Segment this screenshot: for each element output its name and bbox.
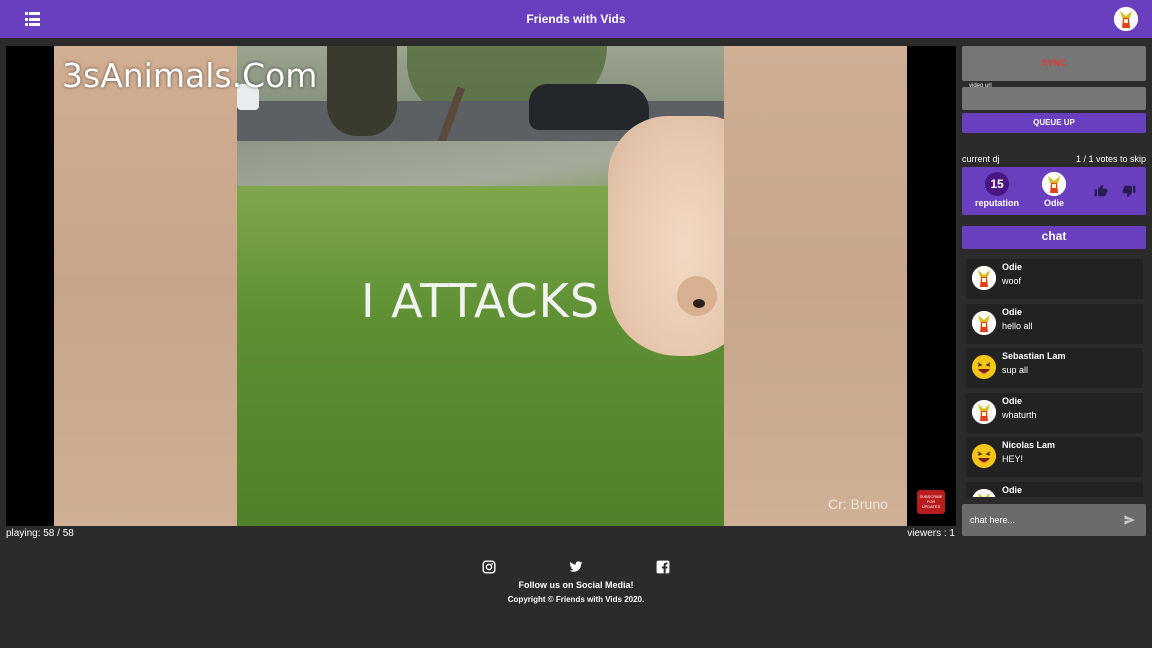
chat-input[interactable]	[970, 513, 1110, 527]
chat-message: Nicolas Lam HEY!	[966, 437, 1143, 477]
chat-message: Odie hello all	[966, 303, 1143, 344]
chat-message: Odie woof	[966, 259, 1143, 299]
odie-avatar-icon	[1042, 172, 1066, 196]
odie-avatar-icon	[972, 310, 996, 335]
subscribe-badge: SUBSCRIBE FOR UPDATES	[917, 490, 945, 514]
dj-panel: 15 reputation Odie	[962, 167, 1146, 215]
video-blur-left	[54, 46, 237, 526]
chat-text: HEY!	[1002, 454, 1024, 464]
queue-up-button[interactable]: QUEUE UP	[962, 113, 1146, 133]
current-dj-label: current dj	[962, 154, 1000, 164]
chat-text: hello all	[1002, 320, 1033, 331]
follow-text: Follow us on Social Media!	[518, 580, 634, 590]
votes-to-skip: 1 / 1 votes to skip	[1075, 154, 1146, 164]
chat-text: sup all	[1002, 365, 1029, 375]
odie-avatar-icon	[972, 488, 996, 497]
twitter-icon[interactable]	[569, 560, 583, 574]
chat-message: Odie	[966, 481, 1143, 497]
chat-sender: Sebastian Lam	[1002, 351, 1066, 361]
top-bar: Friends with Vids	[0, 0, 1152, 38]
chat-messages: Odie woof Odie hello all Sebastian Lam s…	[966, 259, 1143, 497]
chat-sender: Odie	[1002, 484, 1023, 495]
odie-avatar-icon	[972, 399, 996, 424]
video-url-input[interactable]	[966, 95, 1142, 108]
dj-avatar	[1042, 172, 1066, 196]
laughing-emoji-icon	[972, 444, 996, 468]
chat-message: Odie whaturth	[966, 392, 1143, 433]
chat-input-box	[962, 504, 1146, 536]
chat-sender: Odie	[1002, 306, 1023, 317]
reputation-value: 15	[985, 172, 1009, 196]
instagram-icon[interactable]	[482, 560, 496, 574]
copyright-text: Copyright © Friends with Vids 2020.	[507, 595, 645, 604]
video-credit: Cr: Bruno	[828, 496, 888, 512]
video-blur-right	[724, 46, 907, 526]
chat-text: woof	[1002, 276, 1022, 286]
dj-name: Odie	[1043, 198, 1064, 208]
sync-button[interactable]: SYNC	[962, 46, 1146, 81]
odie-avatar-icon	[1114, 7, 1138, 31]
reputation-label: reputation	[975, 198, 1019, 208]
chat-sender: Odie	[1002, 262, 1023, 272]
video-frame: I ATTACKS	[237, 46, 724, 526]
send-icon[interactable]	[1123, 514, 1136, 526]
app-title: Friends with Vids	[526, 12, 626, 26]
chat-sender: Odie	[1002, 395, 1023, 406]
facebook-icon[interactable]	[656, 560, 670, 574]
odie-avatar-icon	[972, 266, 996, 290]
video-watermark: 3sAnimals.Com	[62, 56, 318, 95]
video-player[interactable]: I ATTACKS 3sAnimals.Com Cr: Bruno SUBSCR…	[6, 46, 956, 526]
video-url-label: video url	[969, 83, 992, 89]
laughing-emoji-icon	[972, 355, 996, 379]
video-caption: I ATTACKS	[360, 274, 601, 328]
chat-sender: Nicolas Lam	[1002, 440, 1056, 450]
chat-header: chat	[962, 226, 1146, 249]
chat-text: whaturth	[1002, 409, 1037, 420]
thumbs-up-icon[interactable]	[1094, 184, 1108, 198]
chat-message: Sebastian Lam sup all	[966, 348, 1143, 388]
viewers-count: viewers : 1	[907, 528, 955, 539]
thumbs-down-icon[interactable]	[1122, 184, 1136, 198]
user-avatar[interactable]	[1114, 7, 1138, 31]
playing-status: playing: 58 / 58	[6, 528, 74, 539]
